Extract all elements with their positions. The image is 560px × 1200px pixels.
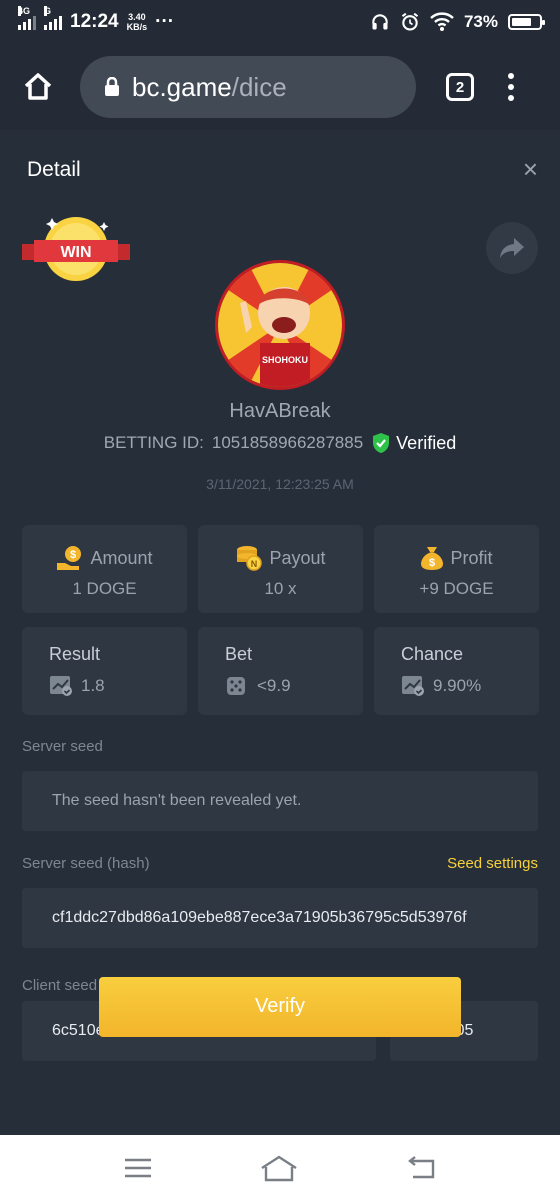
lock-icon [105,77,119,96]
coin-hand-icon: $ [57,546,82,570]
menu-icon[interactable] [123,1157,153,1179]
clock: 12:24 [70,11,119,32]
back-icon[interactable] [405,1155,437,1181]
payout-label: Payout [269,547,326,568]
profit-card: $ Profit +9 DOGE [374,525,539,613]
bet-timestamp: 3/11/2021, 12:23:25 AM [206,476,354,492]
home-button[interactable] [18,67,58,107]
coin-stack-icon: N [237,546,263,571]
battery-icon [508,14,545,30]
payout-card: N Payout 10 x [198,525,363,613]
verify-button[interactable]: Verify [99,977,461,1037]
amount-label: Amount [90,547,153,568]
amount-card: $ Amount 1 DOGE [22,525,187,613]
win-label: WIN [60,244,91,261]
payout-value: 10 x [264,579,297,598]
amount-value: 1 DOGE [72,579,137,598]
result-value: 1.8 [81,676,105,695]
profit-value: +9 DOGE [419,579,494,598]
network-type-label: 4G [18,6,31,16]
net-speed-unit: KB/s [126,22,148,32]
system-nav-bar [0,1135,560,1200]
signal-1-icon: 4G [18,6,36,30]
betting-id-value: 1051858966287885 [211,433,364,452]
signal-2-icon: G [44,6,62,30]
share-button[interactable] [486,222,538,274]
avatar-jersey-text: SHOHOKU [262,355,308,365]
shield-check-icon [373,433,390,453]
more-vert-icon[interactable] [508,73,514,101]
battery-percent: 73% [463,12,498,31]
wifi-icon [430,12,454,31]
close-icon[interactable]: × [523,156,538,182]
server-hash-label: Server seed (hash) [22,855,150,872]
verified-badge: Verified [371,432,456,454]
username: HavABreak [229,400,331,422]
svg-text:$: $ [70,549,76,561]
headphones-icon [372,14,388,30]
verified-label: Verified [396,432,457,453]
panel-title: Detail [27,158,81,181]
address-bar[interactable]: bc.game/dice [80,56,416,118]
avatar: SHOHOKU [215,260,345,390]
chance-card: Chance 9.90% [374,627,539,715]
share-icon [500,238,524,258]
home-icon [24,73,52,100]
verify-chart-icon [50,676,72,696]
url-path: /dice [231,71,287,102]
bet-card: Bet <9.9 [198,627,363,715]
alarm-icon [401,12,419,31]
bet-label: Bet [225,644,253,664]
more-notifications: ··· [155,11,175,32]
betting-id-row: BETTING ID: 1051858966287885 Verified [0,432,560,454]
net-speed-value: 3.40 [128,12,146,22]
network-type-label-2: G [44,6,52,16]
server-seed-field: The seed hasn't been revealed yet. [22,771,538,831]
profit-label: Profit [450,547,493,568]
svg-text:N: N [251,559,258,569]
result-label: Result [49,644,101,664]
url-domain: bc.game [132,71,232,102]
server-seed-label: Server seed [22,738,103,755]
browser-toolbar: bc.game/dice 2 [0,44,560,130]
status-bar: 4G G 12:24 3.40 KB/s ··· 73% [0,0,560,44]
result-card: Result 1.8 [22,627,187,715]
server-hash-field[interactable]: cf1ddc27dbd86a109ebe887ece3a71905b36795c… [22,888,538,948]
chance-label: Chance [401,644,464,664]
svg-text:$: $ [429,557,435,569]
home-nav-icon[interactable] [259,1154,299,1182]
money-bag-icon: $ [421,547,444,570]
client-seed-label: Client seed [22,977,98,994]
verify-chart-icon [402,676,424,696]
win-badge: WIN [22,217,130,281]
bet-value: <9.9 [257,676,291,695]
tab-switcher-button[interactable]: 2 [446,73,474,101]
seed-settings-link[interactable]: Seed settings [447,855,538,872]
net-speed: 3.40 KB/s [127,12,148,32]
betting-id-label: BETTING ID: [103,433,204,452]
dice-icon [227,677,245,695]
chance-value: 9.90% [433,676,482,695]
